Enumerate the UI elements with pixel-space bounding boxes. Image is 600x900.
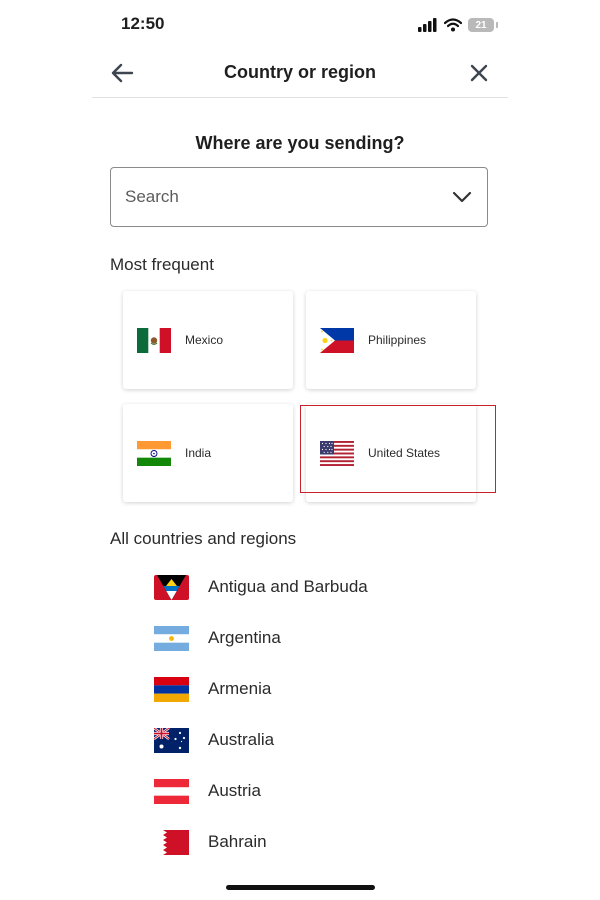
list-item-label: Antigua and Barbuda (208, 577, 368, 596)
home-indicator[interactable] (226, 885, 375, 890)
wifi-icon (444, 18, 462, 32)
back-button[interactable] (108, 58, 138, 88)
india-flag-icon (137, 440, 171, 466)
list-item-argentina[interactable]: Argentina (154, 623, 281, 653)
country-card-philippines[interactable]: Philippines (306, 291, 476, 389)
header-divider (92, 97, 508, 98)
country-card-label: Mexico (185, 333, 224, 347)
most-frequent-title: Most frequent (110, 255, 214, 274)
armenia-flag-icon (154, 676, 189, 702)
country-card-label: United States (368, 446, 441, 460)
country-card-mexico[interactable]: Mexico (123, 291, 293, 389)
australia-flag-icon (154, 727, 189, 753)
list-item-australia[interactable]: Australia (154, 725, 274, 755)
country-card-united-states[interactable]: United States (306, 404, 476, 502)
sending-prompt: Where are you sending? (195, 133, 405, 153)
status-icons: 21 (418, 15, 498, 35)
list-item-antigua-and-barbuda[interactable]: Antigua and Barbuda (154, 572, 368, 602)
united-states-flag-icon (320, 440, 354, 466)
arrow-left-icon (111, 63, 134, 83)
list-item-austria[interactable]: Austria (154, 776, 261, 806)
all-countries-title: All countries and regions (110, 529, 297, 548)
search-dropdown[interactable] (110, 167, 488, 227)
signal-icon (418, 18, 437, 32)
list-item-label: Argentina (208, 628, 281, 647)
philippines-flag-icon (320, 327, 354, 353)
list-item-bahrain[interactable]: Bahrain (154, 827, 267, 857)
list-item-armenia[interactable]: Armenia (154, 674, 271, 704)
search-input[interactable] (123, 186, 451, 208)
country-card-india[interactable]: India (123, 404, 293, 502)
country-card-label: India (185, 446, 212, 460)
list-item-label: Austria (208, 781, 261, 800)
mexico-flag-icon (137, 327, 171, 353)
list-item-label: Australia (208, 730, 275, 749)
close-button[interactable] (464, 58, 494, 88)
antigua-and-barbuda-flag-icon (154, 574, 189, 600)
list-item-label: Bahrain (208, 832, 267, 851)
page-title: Country or region (224, 62, 376, 82)
austria-flag-icon (154, 778, 189, 804)
list-item-label: Armenia (208, 679, 272, 698)
battery-level: 21 (475, 19, 487, 31)
close-icon (470, 64, 488, 82)
status-time: 12:50 (121, 14, 165, 33)
chevron-down-icon[interactable] (451, 190, 473, 204)
country-card-label: Philippines (368, 333, 427, 347)
battery-icon: 21 (468, 18, 498, 32)
bahrain-flag-icon (154, 829, 189, 855)
argentina-flag-icon (154, 625, 189, 651)
